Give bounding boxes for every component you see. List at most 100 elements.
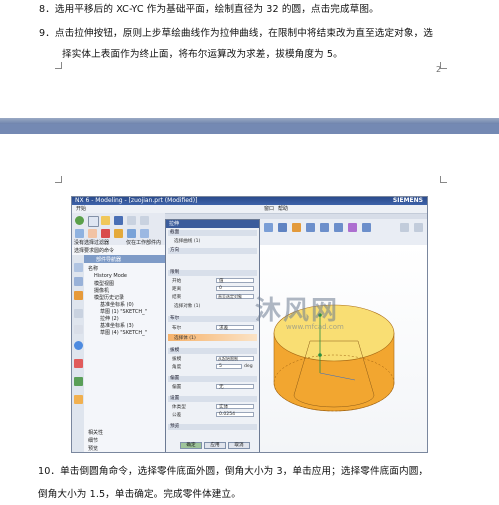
navigator-title: 部件导航器: [96, 257, 122, 263]
page-gap: [0, 124, 499, 134]
select-object-label[interactable]: 选择对象 (1): [174, 303, 200, 309]
section-group[interactable]: 截面: [168, 230, 257, 236]
undo-icon[interactable]: [140, 216, 149, 225]
menu-file[interactable]: 窗口: [264, 205, 274, 213]
select-body-row[interactable]: 选择体 (1): [168, 334, 257, 341]
save-icon[interactable]: [114, 216, 123, 225]
roles-icon[interactable]: [74, 377, 83, 386]
history-icon[interactable]: [74, 325, 83, 334]
direction-group[interactable]: 方向: [168, 248, 257, 254]
body-type-label: 体类型: [172, 405, 186, 410]
preview-group[interactable]: 预览: [168, 424, 257, 430]
navigator-panel-dependencies[interactable]: 相关性: [88, 429, 103, 436]
navigator-item[interactable]: 基准坐标系 (0): [100, 301, 134, 308]
open-icon[interactable]: [101, 216, 110, 225]
offset-select[interactable]: 无: [216, 384, 254, 390]
select-curve-label[interactable]: 选择曲线 (1): [174, 238, 200, 244]
tolerance-input[interactable]: 0.0254: [216, 412, 254, 417]
draft-label: 拔模: [172, 357, 182, 362]
angle-unit: deg: [244, 364, 253, 369]
view-icon[interactable]: [127, 229, 136, 238]
step-8-text: 8．选用平移后的 XC-YC 作为基础平面，绘制直径为 32 的圆，点击完成草图…: [39, 4, 379, 15]
end-select[interactable]: 直至选定对象: [216, 294, 254, 299]
navigator-header: 部件导航器: [84, 255, 168, 263]
layer-icon[interactable]: [140, 229, 149, 238]
document-page-1: 8．选用平移后的 XC-YC 作为基础平面，绘制直径为 32 的圆，点击完成草图…: [0, 0, 499, 118]
draft-group[interactable]: 拔模: [168, 348, 257, 354]
hole-icon[interactable]: [278, 223, 287, 232]
web-browser-icon[interactable]: [74, 341, 83, 350]
document-page-2: NX 6 - Modeling - [zuojian.prt (Modified…: [0, 134, 499, 505]
offset-group[interactable]: 偏置: [168, 376, 257, 382]
nx-title: NX 6 - Modeling - [zuojian.prt (Modified…: [75, 197, 198, 204]
ok-button[interactable]: 确定: [180, 442, 202, 449]
step-10-line-2: 倒角大小为 1.5，单击确定。完成零件体建立。: [38, 489, 241, 500]
navigator-item[interactable]: 摄像机: [94, 287, 109, 294]
apply-button[interactable]: 应用: [204, 442, 226, 449]
settings-group[interactable]: 设置: [168, 396, 257, 402]
feature-icon[interactable]: [414, 223, 423, 232]
start-label: 开始: [172, 279, 182, 284]
navigator-item[interactable]: 模型视图: [94, 280, 114, 287]
reuse-library-icon[interactable]: [74, 309, 83, 318]
menu-help[interactable]: 帮助: [278, 205, 288, 213]
draft-select[interactable]: 从起始限制: [216, 356, 254, 361]
snap-icon[interactable]: [75, 229, 84, 238]
navigator-item[interactable]: 草图 (4) "SKETCH_": [100, 329, 147, 336]
palette-icon[interactable]: [74, 359, 83, 368]
chamfer-icon[interactable]: [334, 223, 343, 232]
end-label: 结束: [172, 295, 182, 300]
selection-filter[interactable]: 没有选择过滤器: [74, 239, 109, 246]
extrude-icon[interactable]: [292, 223, 301, 232]
system-icon[interactable]: [74, 395, 83, 404]
extrude-dialog: 拉伸 截面 选择曲线 (1) 方向 限制 开始 值 距离 0 结束 直至选定对象…: [165, 219, 260, 452]
navigator-item[interactable]: 草图 (1) "SKETCH_": [100, 308, 147, 315]
distance-input[interactable]: 0: [216, 286, 254, 291]
body-type-select[interactable]: 实体: [216, 404, 254, 410]
margin-corner-mark: [55, 176, 62, 183]
navigator-panel-details[interactable]: 细节: [88, 437, 98, 444]
navigator-item[interactable]: 模型历史记录: [94, 294, 124, 301]
edge-blend-icon[interactable]: [320, 223, 329, 232]
navigator-item[interactable]: 拉伸 (2): [100, 315, 119, 322]
draft-icon[interactable]: [306, 223, 315, 232]
select-icon[interactable]: [88, 229, 97, 238]
limits-group[interactable]: 限制: [168, 270, 257, 276]
end-handle: [318, 353, 322, 357]
nx-extrude-screenshot: NX 6 - Modeling - [zuojian.prt (Modified…: [71, 196, 428, 453]
start-select[interactable]: 值: [216, 278, 254, 284]
siemens-logo: SIEMENS: [392, 197, 423, 204]
tolerance-label: 公差: [172, 413, 182, 418]
mirror-icon[interactable]: [362, 223, 371, 232]
step-10-line-1: 10．单击倒圆角命令，选择零件底面外圆，倒角大小为 3，单击应用；选择零件底面内…: [38, 466, 429, 477]
constraint-nav-icon[interactable]: [74, 277, 83, 286]
curve-icon[interactable]: [400, 223, 409, 232]
nx-title-bar: NX 6 - Modeling - [zuojian.prt (Modified…: [72, 197, 427, 205]
navigator-item[interactable]: 基准坐标系 (3): [100, 322, 134, 329]
assembly-nav-icon[interactable]: [74, 263, 83, 272]
boolean-group[interactable]: 布尔: [168, 316, 257, 322]
cut-icon[interactable]: [127, 216, 136, 225]
menu-start[interactable]: 开始: [76, 205, 86, 213]
margin-corner-mark: [55, 62, 62, 69]
angle-input[interactable]: 5: [216, 364, 242, 369]
boolean-select[interactable]: 求差: [216, 325, 254, 331]
point-icon[interactable]: [114, 229, 123, 238]
navigator-item[interactable]: History Mode: [94, 273, 127, 279]
filter-icon[interactable]: [101, 229, 110, 238]
boolean-label: 布尔: [172, 326, 182, 331]
cancel-button[interactable]: 取消: [228, 442, 250, 449]
selection-scope[interactable]: 仅在工作部件内: [126, 239, 161, 246]
part-model: [273, 304, 395, 412]
offset-label: 偏置: [172, 385, 182, 390]
dialog-title: 拉伸: [169, 221, 180, 227]
new-icon[interactable]: [88, 216, 99, 227]
graphics-window[interactable]: [260, 245, 427, 452]
watermark-logo: 沐风网: [255, 296, 340, 326]
navigator-panel-preview[interactable]: 预览: [88, 445, 98, 452]
margin-corner-mark: [440, 176, 447, 183]
cylinder-icon[interactable]: [264, 223, 273, 232]
start-icon[interactable]: [75, 216, 84, 225]
part-nav-icon[interactable]: [74, 291, 83, 300]
trim-body-icon[interactable]: [348, 223, 357, 232]
